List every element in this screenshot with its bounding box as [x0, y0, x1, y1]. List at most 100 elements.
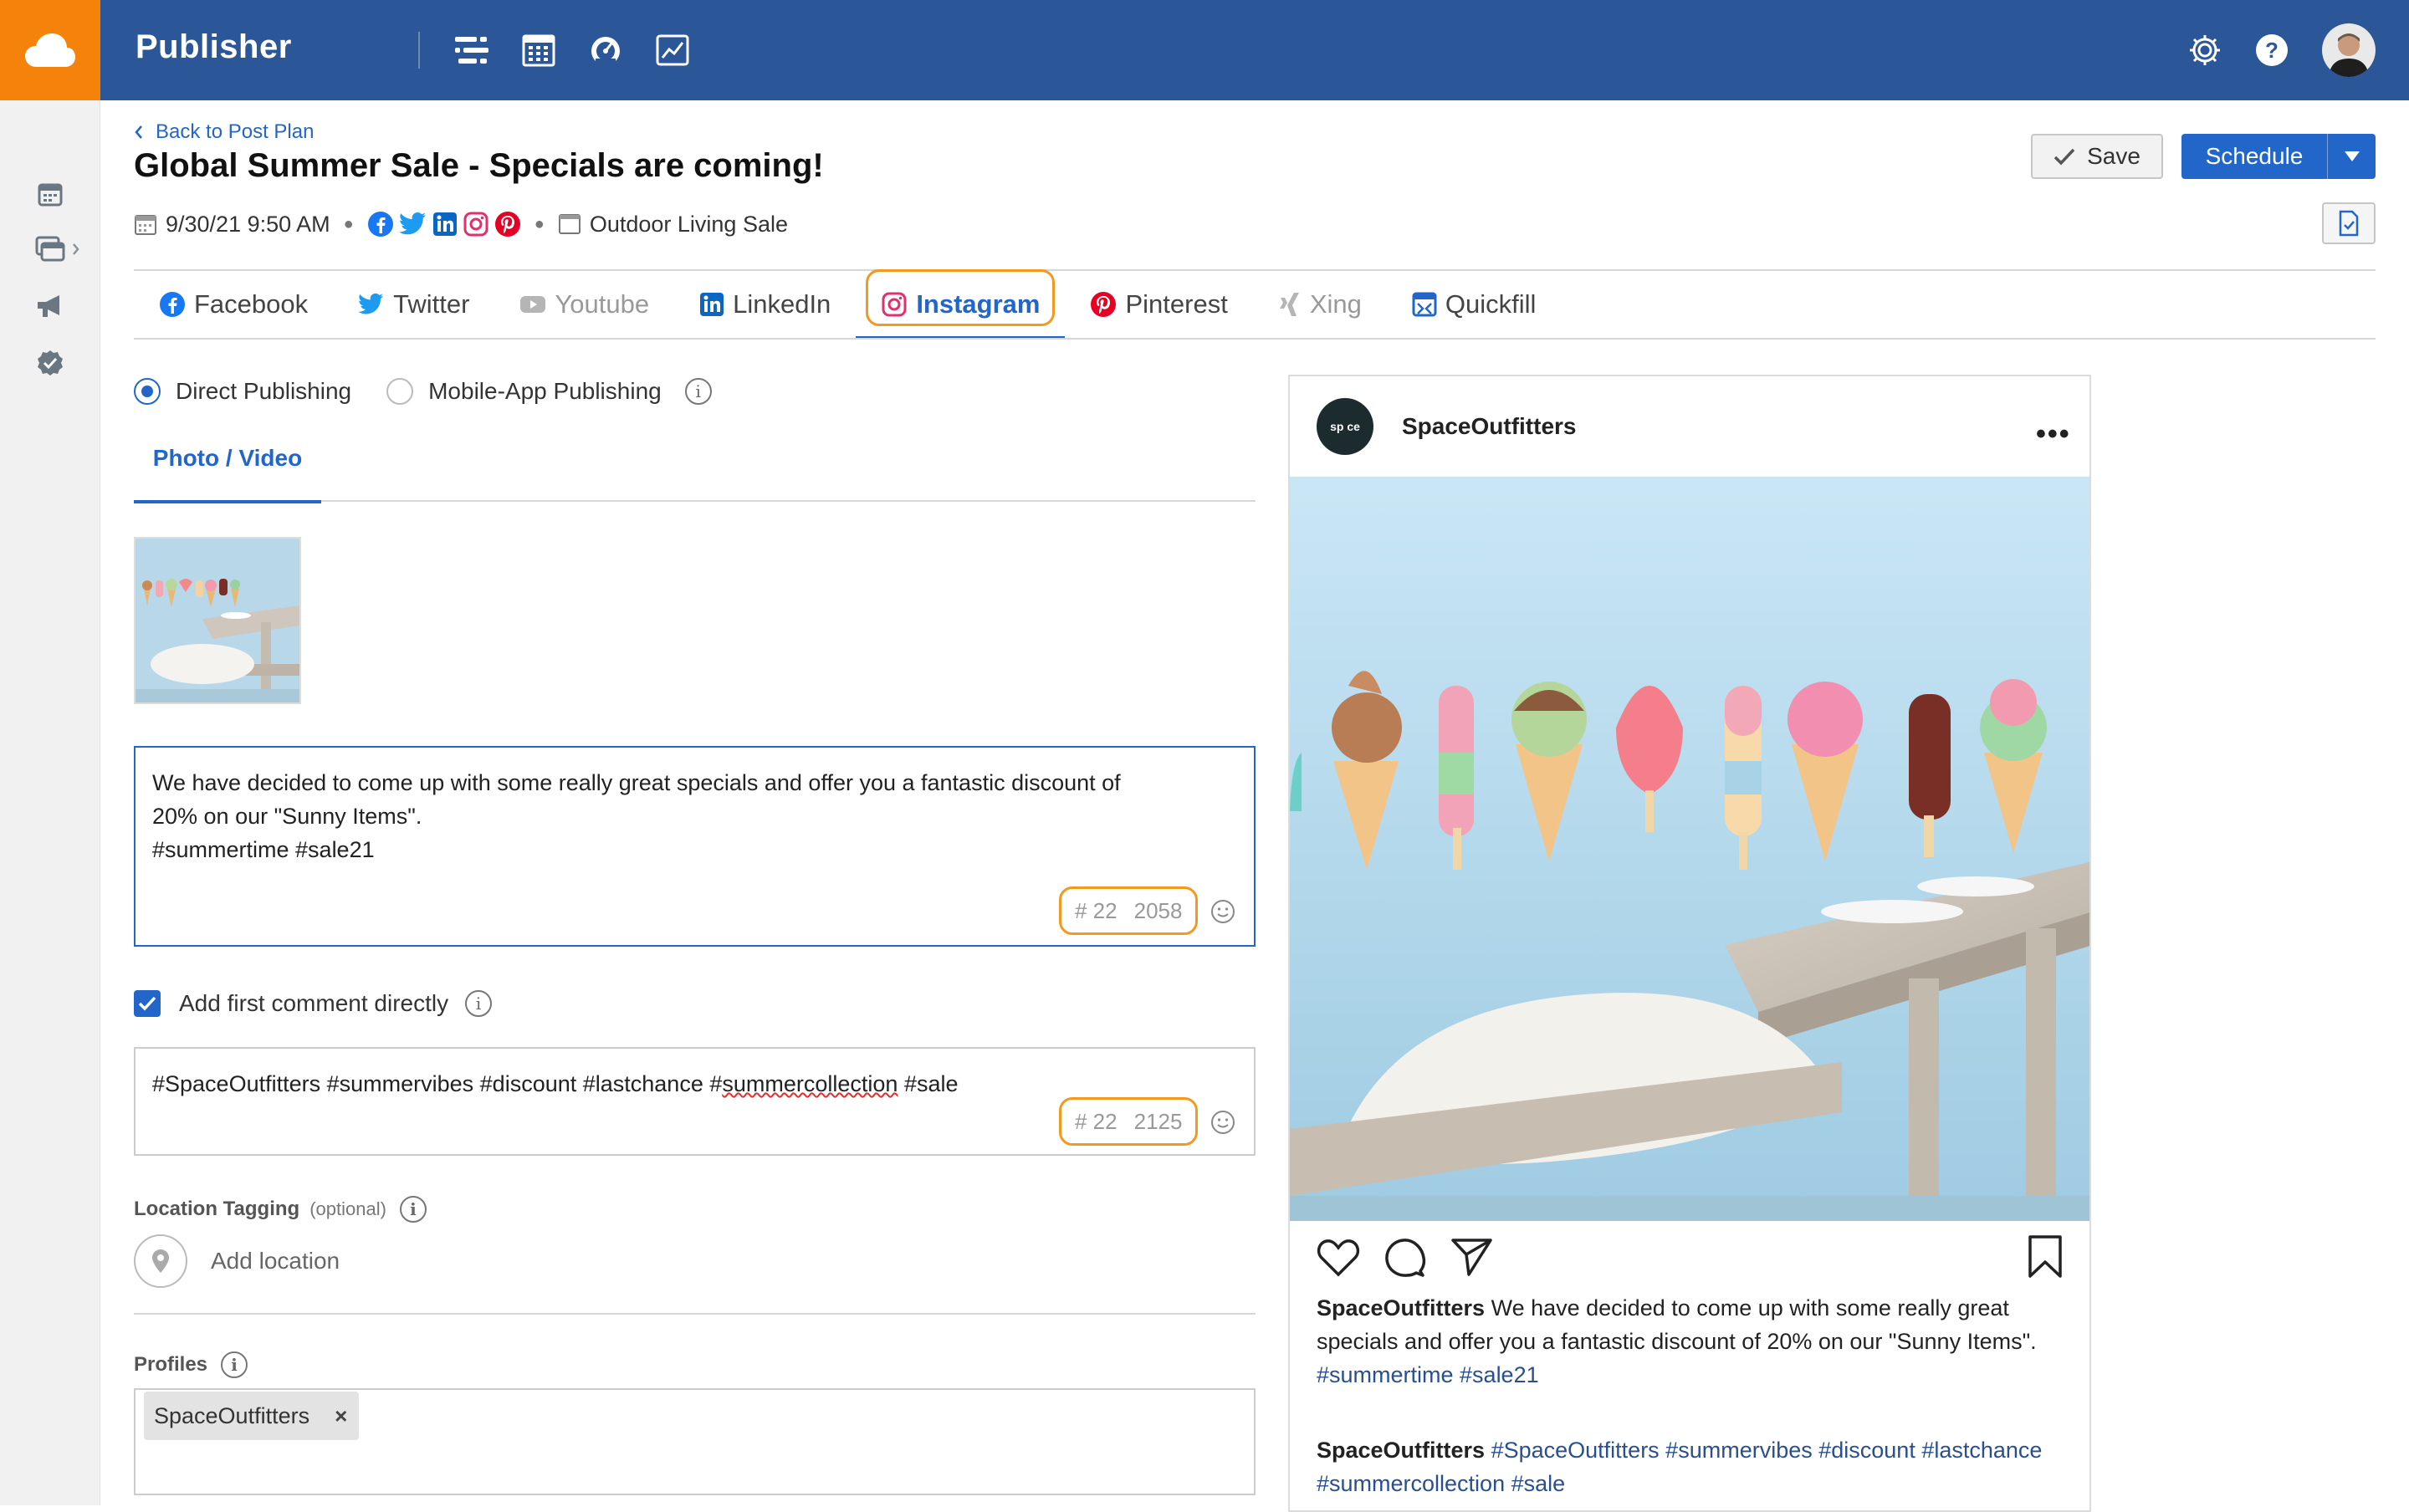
first-comment-checkbox[interactable] [134, 990, 161, 1017]
caption-account-name: SpaceOutfitters [1317, 1295, 1486, 1320]
direct-publishing-radio[interactable] [134, 378, 161, 405]
hashtag-count: # 22 [1075, 1108, 1118, 1134]
misspelled-word: summercollection [722, 1071, 898, 1096]
tab-facebook[interactable]: Facebook [134, 269, 333, 340]
heart-icon[interactable] [1317, 1238, 1360, 1278]
comment-character-counter: # 22 2125 [1059, 1097, 1199, 1146]
top-bar: Publisher ? [0, 0, 2409, 100]
emoji-picker-icon[interactable] [1210, 1109, 1236, 1136]
info-icon[interactable]: i [399, 1196, 427, 1223]
calendar-grid-nav-icon[interactable] [520, 32, 557, 69]
tab-label: Quickfill [1445, 289, 1537, 319]
campaign-folder-icon [558, 214, 581, 234]
checkmark-icon [2054, 148, 2075, 166]
facebook-icon [367, 212, 393, 237]
post-character-counter: # 22 2058 [1059, 886, 1199, 935]
megaphone-icon[interactable] [33, 289, 67, 323]
preview-image [1290, 477, 2089, 1221]
caption-hashtags: #summertime #sale21 [1317, 1362, 1539, 1387]
tab-instagram[interactable]: Instagram [856, 269, 1066, 340]
tab-pinterest[interactable]: Pinterest [1065, 269, 1252, 340]
comment-account-name: SpaceOutfitters [1317, 1438, 1486, 1463]
direct-publishing-label[interactable]: Direct Publishing [176, 378, 351, 405]
cloud-logo[interactable] [0, 0, 100, 100]
media-library-icon[interactable] [33, 232, 84, 266]
profiles-selector[interactable]: SpaceOutfitters × [134, 1388, 1256, 1495]
checklist-document-button[interactable] [2322, 202, 2376, 244]
hashtag-count: # 22 [1075, 897, 1118, 923]
section-divider [134, 1313, 1256, 1315]
document-check-icon [2339, 210, 2359, 237]
campaign-name[interactable]: Outdoor Living Sale [590, 212, 788, 238]
twitter-icon [398, 212, 426, 235]
location-tagging-label: Location Tagging (optional) i [134, 1193, 427, 1226]
xing-icon [1279, 293, 1299, 316]
user-avatar[interactable] [2322, 23, 2376, 77]
mobile-app-publishing-label[interactable]: Mobile-App Publishing [428, 378, 662, 405]
back-to-post-plan-link[interactable]: Back to Post Plan [134, 120, 314, 144]
info-icon[interactable]: i [684, 378, 712, 405]
approval-check-icon[interactable] [33, 346, 67, 380]
schedule-button-label: Schedule [2205, 143, 2304, 169]
info-icon[interactable]: i [465, 990, 493, 1017]
characters-remaining: 2125 [1133, 1108, 1183, 1134]
tab-highlight-outline [866, 269, 1056, 326]
app-title: Publisher [136, 28, 292, 65]
tab-youtube[interactable]: Youtube [494, 269, 674, 340]
tab-quickfill[interactable]: Quickfill [1387, 269, 1562, 340]
chevron-left-icon [135, 125, 142, 139]
tab-xing[interactable]: Xing [1253, 269, 1387, 340]
tab-label: Youtube [555, 289, 650, 319]
bookmark-icon[interactable] [2026, 1234, 2064, 1280]
save-button-label: Save [2087, 143, 2140, 169]
topbar-divider [418, 32, 420, 69]
facebook-icon [160, 292, 185, 317]
settings-gear-icon[interactable] [2185, 30, 2225, 70]
save-button[interactable]: Save [2031, 134, 2163, 179]
more-options-icon[interactable]: ••• [2036, 418, 2071, 451]
ice-cream-photo-thumbnail [136, 539, 299, 702]
dashboard-gauge-nav-icon[interactable] [587, 32, 624, 69]
info-icon[interactable]: i [221, 1351, 248, 1378]
add-location-field[interactable]: Add location [134, 1234, 340, 1288]
ice-cream-photo [1290, 477, 2089, 1221]
preview-account-avatar: sp ce [1317, 398, 1373, 455]
youtube-icon [520, 296, 546, 313]
add-location-placeholder: Add location [211, 1248, 340, 1274]
instagram-icon [463, 212, 488, 237]
post-datetime[interactable]: 9/30/21 9:50 AM [166, 212, 330, 238]
emoji-picker-icon[interactable] [1210, 898, 1236, 925]
media-thumbnail[interactable] [134, 537, 301, 704]
post-text-line: 20% on our "Sunny Items". [152, 804, 422, 829]
remove-profile-icon[interactable]: × [335, 1403, 347, 1429]
tab-linkedin[interactable]: LinkedIn [674, 269, 856, 340]
calendar-small-icon [135, 215, 156, 235]
analytics-chart-nav-icon[interactable] [654, 32, 691, 69]
svg-text:?: ? [2265, 38, 2279, 63]
preview-account-name: SpaceOutfitters [1402, 413, 1577, 439]
post-text-line: We have decided to come up with some rea… [152, 770, 1121, 795]
pinterest-icon [494, 212, 520, 237]
mobile-app-publishing-radio[interactable] [386, 378, 414, 405]
help-question-icon[interactable]: ? [2252, 30, 2292, 70]
share-send-icon[interactable] [1450, 1236, 1494, 1278]
tab-label: Xing [1309, 289, 1362, 319]
tab-label: Pinterest [1125, 289, 1228, 319]
pinterest-icon [1091, 292, 1117, 317]
calendar-icon[interactable] [33, 177, 67, 211]
profile-chip-label: SpaceOutfitters [154, 1402, 310, 1428]
characters-remaining: 2058 [1133, 897, 1183, 923]
first-comment-label[interactable]: Add first comment directly [179, 990, 448, 1017]
schedule-button[interactable]: Schedule [2181, 134, 2376, 179]
location-pin-icon [134, 1234, 187, 1288]
tab-twitter[interactable]: Twitter [333, 269, 494, 340]
comment-bubble-icon[interactable] [1384, 1236, 1427, 1280]
tab-photo-video[interactable]: Photo / Video [134, 437, 321, 503]
instagram-post-preview: sp ce SpaceOutfitters ••• SpaceOutfitter… [1288, 375, 2091, 1512]
post-plan-nav-icon[interactable] [453, 32, 490, 69]
subtab-divider [321, 500, 1256, 502]
network-tabs: Facebook Twitter Youtube LinkedIn Instag… [134, 269, 1561, 340]
preview-action-bar [1317, 1234, 2066, 1281]
schedule-dropdown-caret[interactable] [2327, 134, 2376, 179]
post-text-line: #summertime #sale21 [152, 837, 375, 862]
